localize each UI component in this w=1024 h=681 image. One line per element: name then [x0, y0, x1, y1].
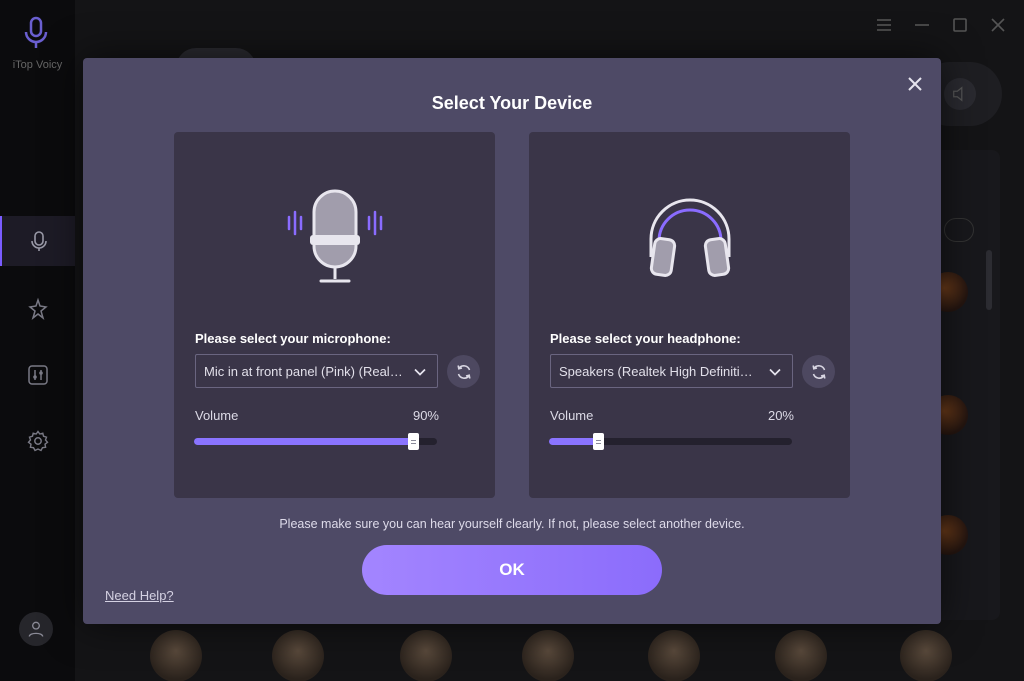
- ok-button[interactable]: OK: [362, 545, 662, 595]
- maximize-icon[interactable]: [948, 13, 972, 37]
- voice-avatar[interactable]: [400, 630, 452, 681]
- headphone-volume-fill: [549, 438, 598, 445]
- nav-effects[interactable]: [0, 284, 75, 334]
- equalizer-icon: [27, 365, 48, 385]
- voice-avatar[interactable]: [900, 630, 952, 681]
- microphone-select-value: Mic in at front panel (Pink) (Realtek Hi…: [204, 363, 404, 379]
- app-logo-icon: [22, 16, 50, 52]
- headphones-icon: [529, 187, 850, 287]
- voice-avatar[interactable]: [648, 630, 700, 681]
- headphone-select[interactable]: Speakers (Realtek High Definition Audio): [550, 354, 793, 388]
- nav-voice[interactable]: [0, 216, 75, 266]
- headphone-label: Please select your headphone:: [550, 331, 741, 346]
- voice-avatar[interactable]: [775, 630, 827, 681]
- refresh-icon: [811, 364, 826, 379]
- microphone-volume-value: 90%: [412, 408, 439, 423]
- microphone-volume-thumb[interactable]: [408, 433, 419, 450]
- headphone-volume-slider[interactable]: [549, 433, 792, 450]
- chevron-down-icon: [414, 368, 426, 376]
- microphone-refresh-button[interactable]: [447, 355, 480, 388]
- window-close-icon[interactable]: [986, 13, 1010, 37]
- hint-text: Please make sure you can hear yourself c…: [279, 517, 745, 531]
- nav-settings[interactable]: [0, 416, 75, 466]
- headphone-select-value: Speakers (Realtek High Definition Audio): [559, 363, 759, 379]
- need-help-link[interactable]: Need Help?: [105, 588, 174, 603]
- microphone-nav-icon: [30, 231, 47, 251]
- gear-icon: [26, 430, 49, 452]
- voice-avatar[interactable]: [522, 630, 574, 681]
- window-controls: [872, 0, 1024, 50]
- dialog-title: Select Your Device: [431, 93, 593, 113]
- microphone-volume-label: Volume: [195, 408, 239, 423]
- microphone-card: Please select your microphone: Mic in at…: [174, 132, 495, 498]
- headphone-refresh-button[interactable]: [802, 355, 835, 388]
- microphone-select[interactable]: Mic in at front panel (Pink) (Realtek Hi…: [195, 354, 438, 388]
- voice-avatar[interactable]: [150, 630, 202, 681]
- microphone-volume-slider[interactable]: [194, 433, 437, 450]
- menu-icon[interactable]: [872, 13, 896, 37]
- headphone-volume-thumb[interactable]: [593, 433, 604, 450]
- close-icon[interactable]: [905, 74, 925, 94]
- sparkle-icon: [27, 297, 48, 321]
- background-search: [944, 218, 974, 242]
- minimize-icon[interactable]: [910, 13, 934, 37]
- nav-soundboard[interactable]: [0, 350, 75, 400]
- headphone-card: Please select your headphone: Speakers (…: [529, 132, 850, 498]
- background-scrollbar[interactable]: [986, 250, 992, 310]
- microphone-label: Please select your microphone:: [195, 331, 391, 346]
- microphone-volume-fill: [194, 438, 413, 445]
- chevron-down-icon: [769, 368, 781, 376]
- headphone-volume-value: 20%: [767, 408, 794, 423]
- app-name: iTop Voicy: [12, 59, 63, 71]
- voice-avatar[interactable]: [272, 630, 324, 681]
- account-icon[interactable]: [19, 612, 53, 646]
- headphone-volume-label: Volume: [550, 408, 594, 423]
- microphone-icon: [174, 187, 495, 287]
- refresh-icon: [456, 364, 471, 379]
